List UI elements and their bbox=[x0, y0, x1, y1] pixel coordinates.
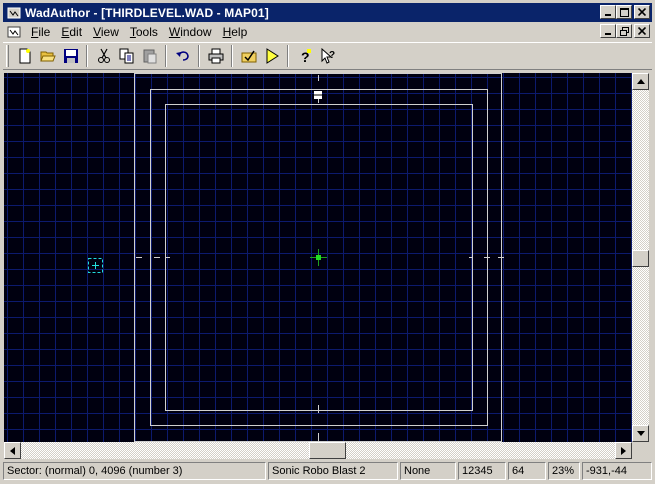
menu-help[interactable]: Help bbox=[218, 25, 254, 39]
center-vertex[interactable] bbox=[310, 249, 327, 266]
help-icon: ? bbox=[301, 49, 311, 64]
toolbar-separator bbox=[287, 45, 289, 67]
copy-button[interactable] bbox=[115, 45, 138, 67]
status-number: 12345 bbox=[458, 462, 506, 480]
new-button[interactable] bbox=[13, 45, 36, 67]
minimize-icon bbox=[605, 14, 611, 16]
close-button[interactable] bbox=[634, 5, 650, 19]
minimize-icon bbox=[605, 33, 611, 35]
vertical-scroll-thumb[interactable] bbox=[632, 250, 649, 267]
arrow-right-icon bbox=[621, 446, 626, 455]
status-bar: Sector: (normal) 0, 4096 (number 3) Soni… bbox=[3, 462, 652, 481]
scroll-up-button[interactable] bbox=[632, 73, 649, 90]
map-drawing bbox=[88, 73, 504, 442]
menu-edit[interactable]: Edit bbox=[56, 25, 88, 39]
minimize-button[interactable] bbox=[600, 5, 616, 19]
menu-bar: File Edit View Tools Window Help bbox=[3, 22, 652, 41]
window-title: WadAuthor - [THIRDLEVEL.WAD - MAP01] bbox=[25, 5, 269, 20]
copy-icon bbox=[119, 48, 133, 64]
svg-text:?: ? bbox=[329, 50, 335, 61]
app-icon[interactable] bbox=[6, 6, 22, 20]
toolbar-separator bbox=[198, 45, 200, 67]
close-icon bbox=[638, 27, 646, 35]
arrow-down-icon bbox=[636, 431, 645, 436]
print-button[interactable] bbox=[204, 45, 227, 67]
context-help-icon: ? bbox=[321, 48, 335, 64]
run-button[interactable] bbox=[260, 45, 283, 67]
undo-button[interactable] bbox=[171, 45, 194, 67]
cut-button[interactable] bbox=[92, 45, 115, 67]
status-grid: 64 bbox=[508, 462, 546, 480]
status-mode: None bbox=[400, 462, 456, 480]
help-button[interactable]: ? bbox=[293, 45, 316, 67]
open-folder-icon bbox=[39, 51, 56, 62]
open-button[interactable] bbox=[36, 45, 59, 67]
doc-close-button[interactable] bbox=[634, 24, 650, 38]
toolbar-separator bbox=[86, 45, 88, 67]
menu-view[interactable]: View bbox=[88, 25, 125, 39]
maximize-icon bbox=[619, 7, 629, 17]
undo-icon bbox=[175, 51, 189, 61]
restore-icon bbox=[619, 26, 629, 36]
menu-window[interactable]: Window bbox=[164, 25, 218, 39]
scroll-right-button[interactable] bbox=[615, 442, 632, 459]
close-icon bbox=[638, 8, 646, 16]
arrow-up-icon bbox=[636, 79, 645, 84]
cut-icon bbox=[97, 48, 110, 63]
player-start-thing[interactable] bbox=[314, 91, 322, 99]
run-icon bbox=[266, 48, 279, 64]
doc-restore-button[interactable] bbox=[616, 24, 632, 38]
arrow-left-icon bbox=[10, 446, 15, 455]
paste-icon bbox=[143, 49, 156, 64]
toolbar: ? ? bbox=[3, 42, 652, 70]
check-button[interactable] bbox=[237, 45, 260, 67]
save-button[interactable] bbox=[59, 45, 82, 67]
document-icon[interactable] bbox=[6, 25, 22, 39]
maximize-button[interactable] bbox=[616, 5, 632, 19]
status-game: Sonic Robo Blast 2 bbox=[268, 462, 398, 480]
vertical-scrollbar[interactable] bbox=[632, 73, 649, 442]
menu-file[interactable]: File bbox=[26, 25, 56, 39]
horizontal-scroll-thumb[interactable] bbox=[309, 442, 346, 459]
toolbar-separator bbox=[231, 45, 233, 67]
context-help-button[interactable]: ? bbox=[316, 45, 339, 67]
toolbar-grip[interactable] bbox=[6, 45, 9, 67]
save-icon bbox=[63, 49, 78, 63]
doc-minimize-button[interactable] bbox=[600, 24, 616, 38]
status-zoom: 23% bbox=[548, 462, 580, 480]
map-canvas[interactable] bbox=[4, 73, 632, 442]
menu-tools[interactable]: Tools bbox=[125, 25, 164, 39]
scrollbar-corner bbox=[632, 442, 649, 459]
horizontal-scrollbar[interactable] bbox=[4, 442, 632, 459]
toolbar-separator bbox=[165, 45, 167, 67]
print-icon bbox=[208, 48, 223, 64]
paste-button[interactable] bbox=[138, 45, 161, 67]
new-file-icon bbox=[19, 48, 30, 64]
thing-marker[interactable] bbox=[88, 258, 103, 273]
scroll-down-button[interactable] bbox=[632, 425, 649, 442]
status-coords: -931,-44 bbox=[582, 462, 652, 480]
title-bar: WadAuthor - [THIRDLEVEL.WAD - MAP01] bbox=[3, 3, 652, 22]
status-sector: Sector: (normal) 0, 4096 (number 3) bbox=[3, 462, 266, 480]
scroll-left-button[interactable] bbox=[4, 442, 21, 459]
check-icon bbox=[241, 50, 256, 63]
